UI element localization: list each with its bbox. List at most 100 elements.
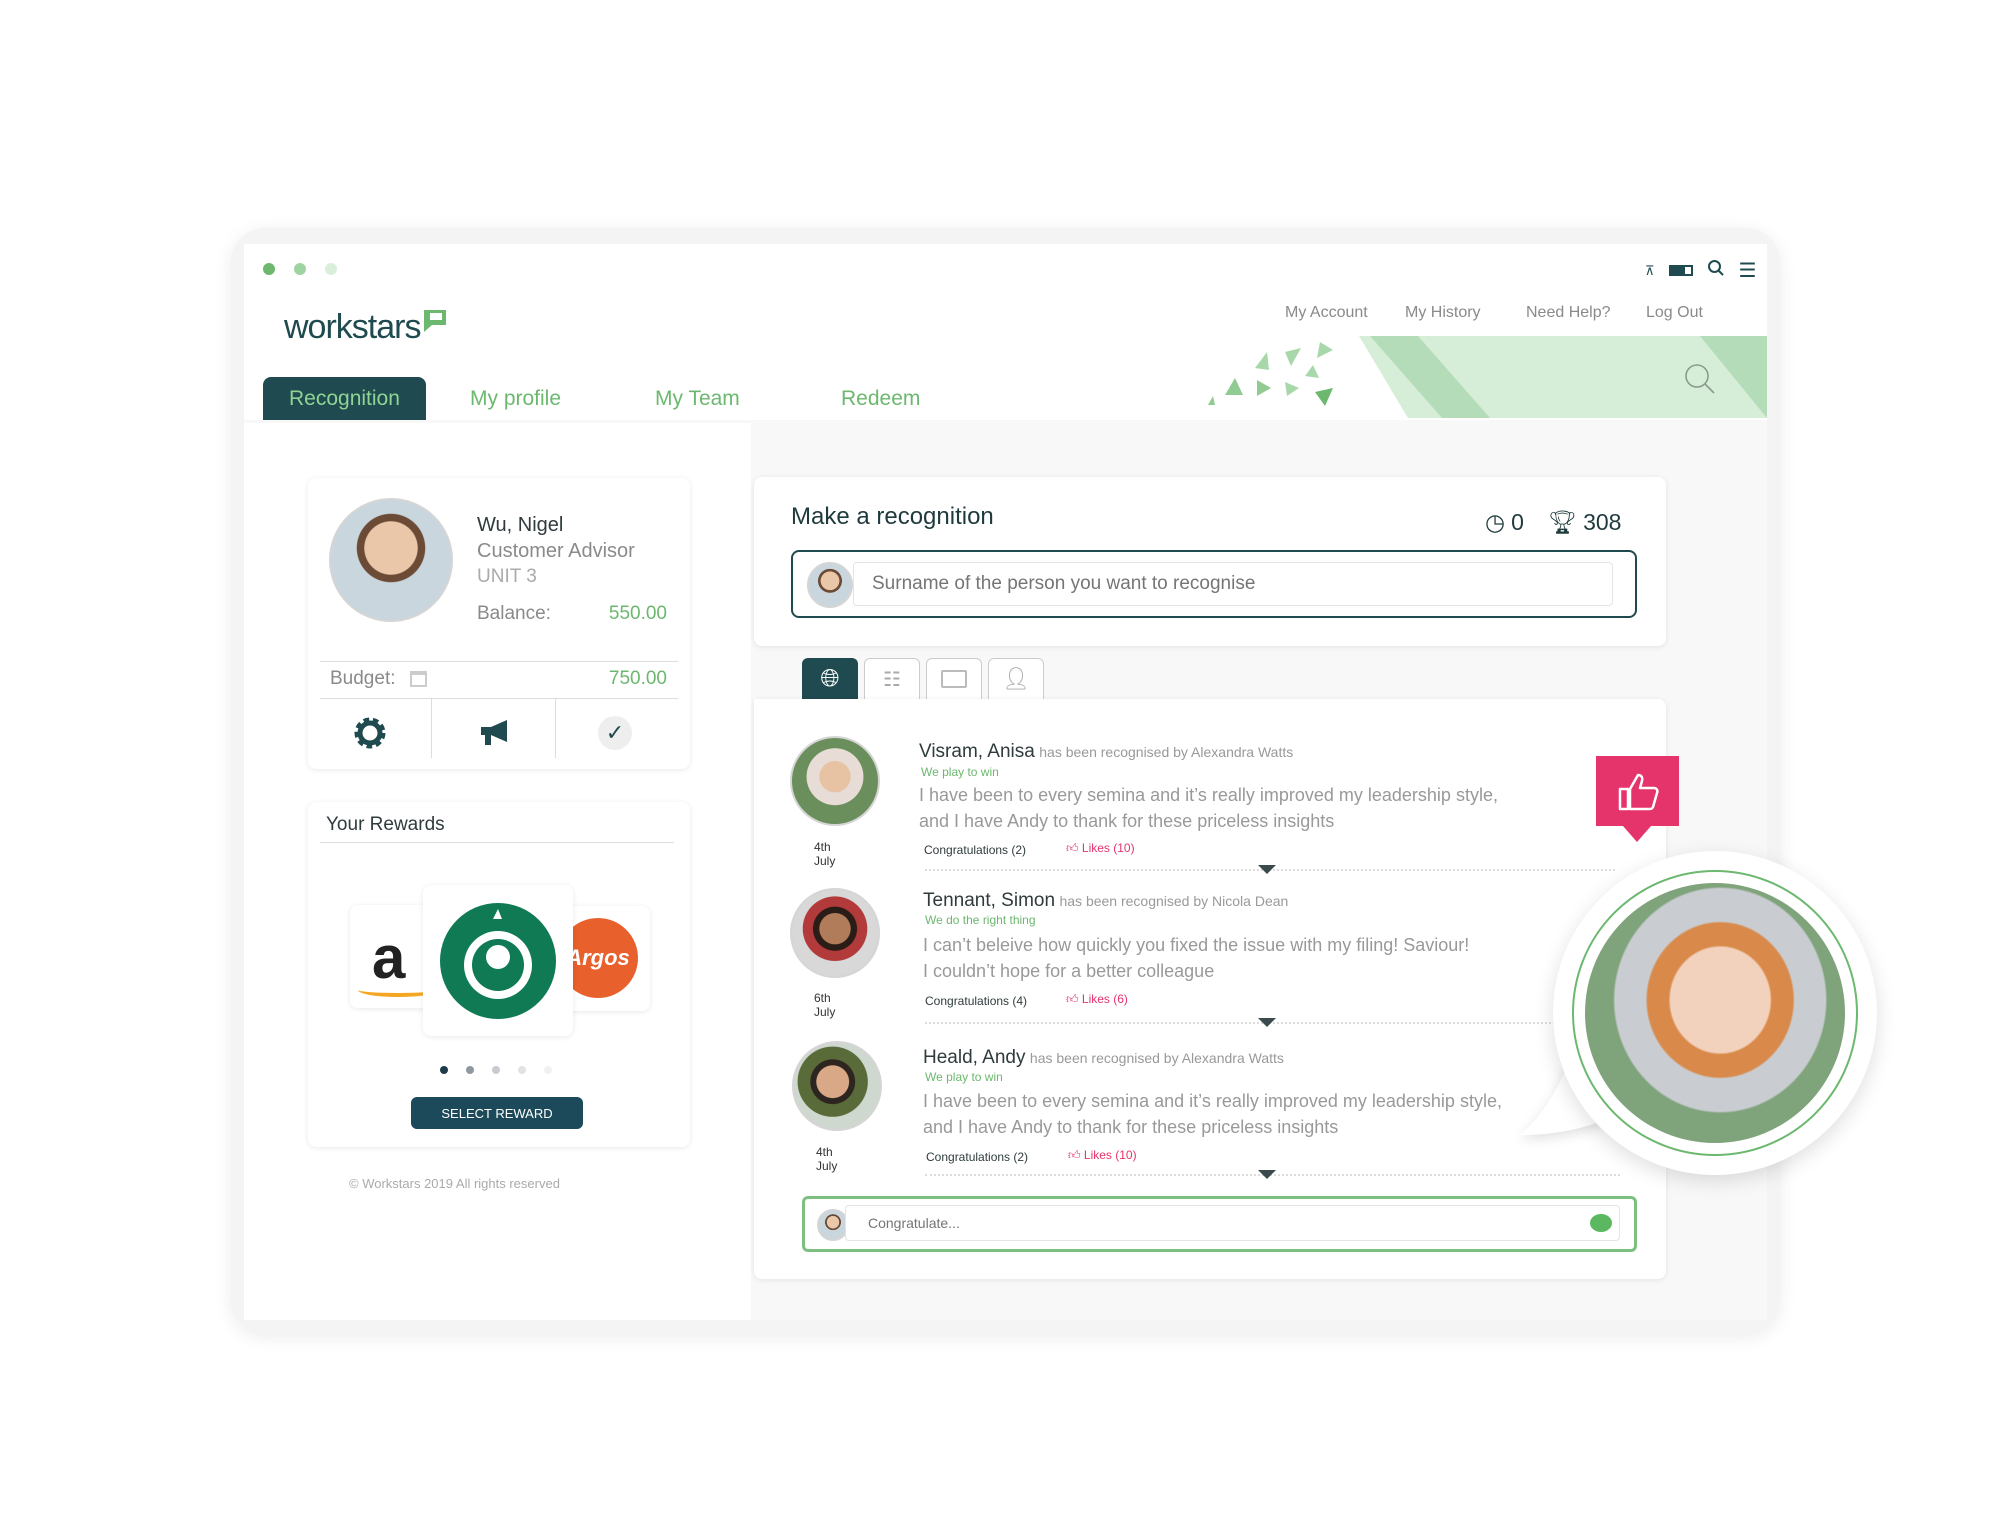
copyright-icon: © [349, 1176, 363, 1191]
congratulations-link[interactable]: Congratulations (2) [926, 1150, 1028, 1164]
banner-search-icon[interactable] [1683, 362, 1717, 396]
filter-tab-department[interactable] [926, 658, 982, 699]
gear-icon[interactable] [353, 716, 387, 750]
need-help-link[interactable]: Need Help? [1526, 304, 1611, 322]
recognition-title: Make a recognition [791, 503, 994, 530]
expand-arrow-icon[interactable] [1258, 1170, 1276, 1179]
user-avatar [807, 562, 853, 608]
window-dot-maximize[interactable] [325, 263, 337, 275]
filter-tab-personal[interactable]: 👤︎ [988, 658, 1044, 699]
calendar-icon[interactable] [410, 671, 427, 687]
window-dot-close[interactable] [263, 263, 275, 275]
feed-date: 4th July [814, 840, 836, 868]
carousel-dots [440, 1066, 552, 1074]
balance-label: Balance: [477, 603, 551, 624]
carousel-dot[interactable] [466, 1066, 474, 1074]
like-badge [1596, 756, 1679, 826]
balance-value: 550.00 [608, 603, 667, 624]
filter-tab-global[interactable]: 🌐︎ [802, 658, 858, 699]
recipient-avatar[interactable] [790, 888, 880, 978]
divider [320, 698, 678, 699]
company-value: We do the right thing [925, 913, 1036, 927]
congratulations-link[interactable]: Congratulations (2) [924, 843, 1026, 857]
expand-arrow-icon[interactable] [1258, 1018, 1276, 1027]
recipient-avatar[interactable] [790, 736, 880, 826]
carousel-dot[interactable] [518, 1066, 526, 1074]
profile-name: Wu, Nigel [477, 514, 564, 536]
divider [555, 698, 556, 758]
log-out-link[interactable]: Log Out [1646, 304, 1703, 322]
likes-button[interactable]: 👍︎ Likes (10) [1066, 841, 1135, 856]
feed-date: 4th July [816, 1145, 838, 1173]
company-value: We play to win [921, 765, 999, 779]
message-line: and I have Andy to thank for these price… [923, 1117, 1339, 1137]
congratulate-field[interactable] [802, 1196, 1637, 1252]
profile-title: Customer Advisor [477, 540, 635, 562]
wifi-icon: ⊼ [1645, 262, 1655, 278]
likes-button[interactable]: 👍︎ Likes (6) [1066, 992, 1128, 1007]
profile-avatar[interactable] [329, 498, 453, 622]
recipient-search-input[interactable] [853, 562, 1613, 606]
search-icon[interactable] [1707, 259, 1725, 283]
message-line: I have been to every semina and it’s rea… [919, 785, 1498, 805]
reward-argos[interactable]: Argos [564, 906, 650, 1011]
copyright: © Workstars 2019 All rights reserved [349, 1176, 560, 1191]
carousel-dot[interactable] [492, 1066, 500, 1074]
trophy-icon: 🏆︎ [1547, 509, 1578, 535]
logo-chat-icon [424, 310, 447, 332]
select-reward-button[interactable]: SELECT REWARD [411, 1097, 583, 1129]
send-comment-icon[interactable] [1590, 1214, 1612, 1232]
check-icon[interactable]: ✓ [598, 716, 632, 750]
tab-redeem[interactable]: Redeem [841, 377, 920, 420]
divider [320, 661, 678, 662]
starbucks-logo [440, 903, 556, 1019]
budget-value: 750.00 [608, 668, 667, 689]
rewards-title: Your Rewards [326, 814, 445, 835]
recipient-name[interactable]: Tennant, Simon [923, 890, 1055, 911]
message-line: and I have Andy to thank for these price… [919, 811, 1335, 831]
expand-arrow-icon[interactable] [1258, 865, 1276, 874]
tab-my-profile[interactable]: My profile [470, 377, 561, 420]
reward-starbucks[interactable] [423, 885, 573, 1036]
recognised-by: has been recognised by Nicola Dean [1059, 893, 1289, 909]
recipient-avatar[interactable] [792, 1041, 882, 1131]
recipient-name[interactable]: Visram, Anisa [919, 741, 1035, 762]
likes-button[interactable]: 👍︎ Likes (10) [1068, 1148, 1137, 1163]
company-value: We play to win [925, 1070, 1003, 1084]
thumbs-up-icon [1618, 773, 1659, 811]
megaphone-icon[interactable] [479, 718, 513, 748]
recognised-by: has been recognised by Alexandra Watts [1039, 744, 1294, 760]
congratulations-link[interactable]: Congratulations (4) [925, 994, 1027, 1008]
message-line: I can’t beleive how quickly you fixed th… [923, 935, 1470, 955]
workstars-logo[interactable]: workstars [284, 308, 448, 347]
my-history-link[interactable]: My History [1405, 304, 1481, 322]
message-line: I have been to every semina and it’s rea… [923, 1091, 1502, 1111]
clock-icon: ◷ [1485, 509, 1506, 535]
thumbs-up-icon: 👍︎ [1066, 841, 1079, 855]
recipient-name[interactable]: Heald, Andy [923, 1047, 1025, 1068]
recognised-by: has been recognised by Alexandra Watts [1029, 1050, 1284, 1066]
featured-profile-photo[interactable] [1585, 883, 1845, 1143]
tab-my-team[interactable]: My Team [655, 377, 740, 420]
filter-tab-organisation[interactable]: ☷ [864, 658, 920, 699]
my-account-link[interactable]: My Account [1285, 304, 1368, 322]
tab-recognition[interactable]: Recognition [263, 377, 426, 420]
recipient-search-field[interactable] [791, 550, 1637, 618]
like-badge-pointer [1623, 826, 1651, 842]
feed-date: 6th July [814, 991, 836, 1019]
window-dot-minimize[interactable] [294, 263, 306, 275]
profile-unit: UNIT 3 [477, 566, 537, 587]
battery-icon [1668, 265, 1693, 276]
thumbs-up-icon: 👍︎ [1066, 992, 1079, 1006]
divider [431, 698, 432, 758]
globe-icon: 🌐︎ [820, 665, 840, 692]
carousel-dot[interactable] [544, 1066, 552, 1074]
budget-label: Budget: [330, 668, 396, 689]
pending-count: 0 [1511, 509, 1524, 535]
menu-icon[interactable]: ☰ [1739, 258, 1757, 283]
thumbs-up-icon: 👍︎ [1068, 1148, 1081, 1162]
trophy-count: 308 [1583, 509, 1622, 535]
congratulate-input[interactable] [845, 1205, 1620, 1241]
org-chart-icon: ☷ [883, 668, 901, 691]
carousel-dot[interactable] [440, 1066, 448, 1074]
